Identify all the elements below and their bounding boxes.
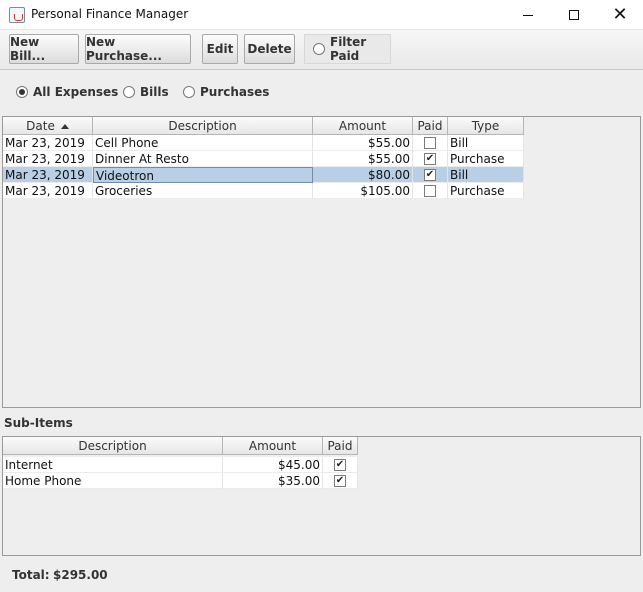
expense-filter-group: All Expenses Bills Purchases	[0, 71, 643, 113]
table-row[interactable]: Mar 23, 2019 Cell Phone $55.00 Bill	[3, 135, 524, 151]
date-cell: Mar 23, 2019	[3, 183, 93, 199]
paid-cell	[413, 135, 448, 151]
purchases-radio[interactable]	[183, 86, 195, 98]
description-cell: Dinner At Resto	[93, 151, 313, 167]
date-cell: Mar 23, 2019	[3, 151, 93, 167]
sub-amount-cell: $35.00	[223, 473, 323, 489]
new-bill-button[interactable]: New Bill...	[9, 34, 79, 64]
paid-checkbox[interactable]	[424, 184, 436, 197]
sub-amount-column-header[interactable]: Amount	[223, 437, 323, 455]
all-expenses-radio[interactable]	[16, 86, 28, 98]
window-title: Personal Finance Manager	[31, 7, 189, 21]
edit-button[interactable]: Edit	[202, 34, 238, 64]
paid-checkbox[interactable]	[424, 136, 436, 149]
bills-label: Bills	[140, 85, 169, 99]
paid-cell: ✔	[413, 167, 448, 183]
total-value: $295.00	[53, 568, 108, 582]
filter-paid-radio[interactable]	[313, 43, 325, 55]
expenses-table[interactable]: Date Description Amount Paid Type Mar 23…	[2, 116, 641, 408]
sub-paid-column-header[interactable]: Paid	[323, 437, 358, 455]
paid-checkbox[interactable]: ✔	[334, 474, 346, 487]
description-cell: Cell Phone	[93, 135, 313, 151]
amount-column-header[interactable]: Amount	[313, 117, 413, 135]
date-cell: Mar 23, 2019	[3, 135, 93, 151]
filter-paid-toggle[interactable]: Filter Paid	[304, 34, 391, 64]
sub-items-table-header: Description Amount Paid	[3, 437, 358, 455]
description-cell: Videotron	[93, 167, 313, 183]
type-cell: Bill	[448, 135, 524, 151]
type-column-header[interactable]: Type	[448, 117, 524, 135]
expenses-table-header: Date Description Amount Paid Type	[3, 117, 524, 135]
sub-items-table[interactable]: Description Amount Paid Internet $45.00 …	[2, 436, 641, 556]
type-cell: Purchase	[448, 183, 524, 199]
all-expenses-option[interactable]: All Expenses	[16, 85, 118, 99]
paid-cell: ✔	[413, 151, 448, 167]
sort-ascending-icon	[60, 124, 69, 129]
paid-cell	[413, 183, 448, 199]
table-row-selected[interactable]: Mar 23, 2019 Videotron $80.00 ✔ Bill	[3, 167, 524, 183]
date-cell: Mar 23, 2019	[3, 167, 93, 183]
amount-cell: $55.00	[313, 151, 413, 167]
date-header-label: Date	[26, 119, 55, 133]
sub-paid-cell: ✔	[323, 457, 358, 473]
close-button[interactable]: ✕	[597, 0, 643, 30]
table-row[interactable]: Home Phone $35.00 ✔	[3, 473, 358, 489]
java-cup-icon	[9, 7, 25, 23]
close-icon: ✕	[612, 4, 628, 25]
paid-checkbox[interactable]: ✔	[424, 152, 436, 165]
table-row[interactable]: Internet $45.00 ✔	[3, 457, 358, 473]
paid-checkbox[interactable]: ✔	[334, 458, 346, 471]
paid-checkbox[interactable]: ✔	[424, 168, 436, 181]
bills-radio[interactable]	[123, 86, 135, 98]
sub-amount-cell: $45.00	[223, 457, 323, 473]
sub-description-column-header[interactable]: Description	[3, 437, 223, 455]
maximize-button[interactable]	[551, 0, 597, 30]
purchases-label: Purchases	[200, 85, 270, 99]
total-label: Total:	[12, 568, 50, 582]
sub-description-cell: Home Phone	[3, 473, 223, 489]
sub-description-cell: Internet	[3, 457, 223, 473]
maximize-icon	[569, 10, 579, 20]
toolbar: New Bill... New Purchase... Edit Delete …	[0, 30, 643, 70]
title-bar: Personal Finance Manager ✕	[0, 0, 643, 30]
paid-column-header[interactable]: Paid	[413, 117, 448, 135]
minimize-button[interactable]	[505, 0, 551, 30]
description-cell: Groceries	[93, 183, 313, 199]
type-cell: Purchase	[448, 151, 524, 167]
all-expenses-label: All Expenses	[33, 85, 119, 99]
delete-button[interactable]: Delete	[244, 34, 295, 64]
new-purchase-button[interactable]: New Purchase...	[85, 34, 191, 64]
amount-cell: $105.00	[313, 183, 413, 199]
bills-option[interactable]: Bills	[123, 85, 169, 99]
minimize-icon	[523, 14, 533, 16]
table-row[interactable]: Mar 23, 2019 Dinner At Resto $55.00 ✔ Pu…	[3, 151, 524, 167]
type-cell: Bill	[448, 167, 524, 183]
filter-paid-label: Filter Paid	[330, 35, 367, 63]
sub-items-heading: Sub-Items	[4, 416, 73, 430]
purchases-option[interactable]: Purchases	[183, 85, 269, 99]
description-column-header[interactable]: Description	[93, 117, 313, 135]
amount-cell: $55.00	[313, 135, 413, 151]
sub-paid-cell: ✔	[323, 473, 358, 489]
date-column-header[interactable]: Date	[3, 117, 93, 135]
table-row[interactable]: Mar 23, 2019 Groceries $105.00 Purchase	[3, 183, 524, 199]
amount-cell: $80.00	[313, 167, 413, 183]
